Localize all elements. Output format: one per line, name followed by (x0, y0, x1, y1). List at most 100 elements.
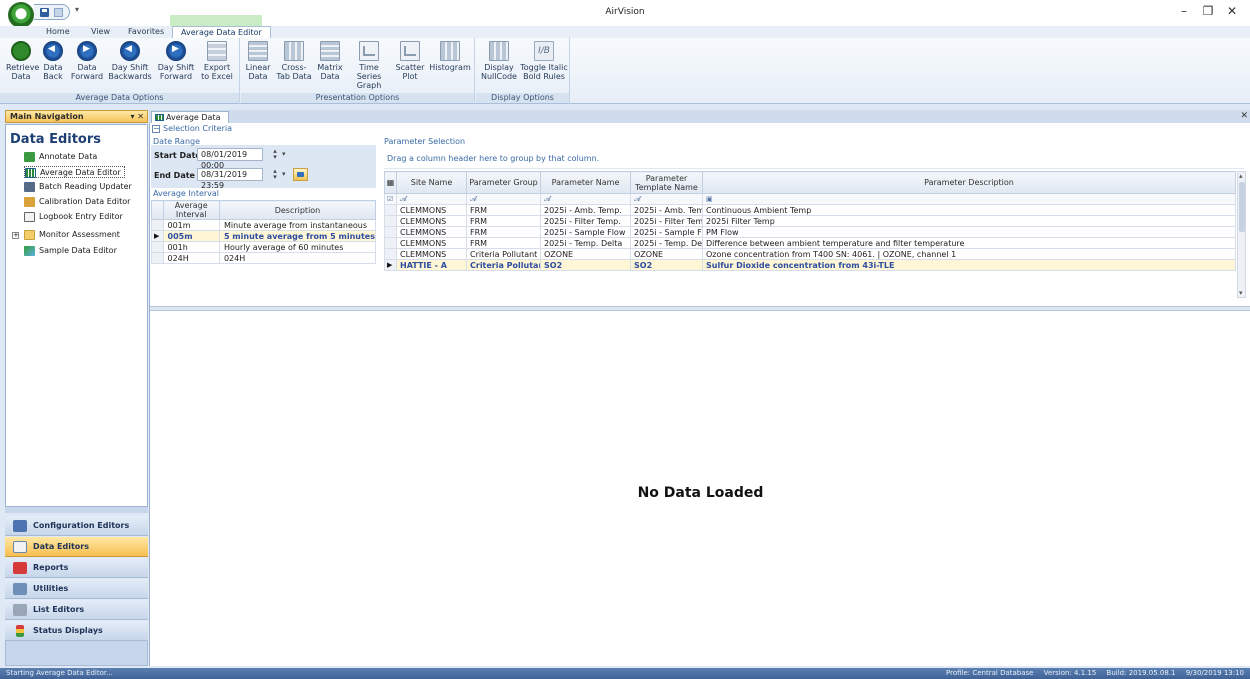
nav-item-calibration-data-editor[interactable]: Calibration Data Editor (24, 196, 130, 208)
table-row[interactable]: 001m Minute average from instantaneous (151, 219, 377, 231)
column-chooser-icon[interactable]: ▦ (384, 171, 397, 194)
tab-average-data-editor[interactable]: Average Data Editor (172, 26, 271, 38)
start-date-dropdown-icon[interactable]: ▾ (282, 148, 290, 161)
table-row[interactable]: CLEMMONS FRM 2025i - Sample Flow 2025i -… (384, 226, 1236, 238)
average-editor-tab-icon (155, 114, 164, 121)
window-controls: – ❐ ✕ (1172, 4, 1244, 18)
column-header[interactable]: Parameter Template Name (630, 171, 703, 194)
data-forward-button[interactable]: Data Forward (70, 41, 104, 81)
filter-cell[interactable]: 𝓐 (466, 193, 541, 205)
ribbon-tabs: Home View Favorites Average Data Editor (0, 26, 1250, 38)
display-nullcode-button[interactable]: Display NullCode (480, 41, 518, 81)
table-row[interactable]: 024H 024H (151, 252, 377, 264)
apply-date-button[interactable] (293, 168, 308, 181)
table-row[interactable]: CLEMMONS Criteria Pollutant OZONE OZONE … (384, 248, 1236, 260)
nav-item-batch-reading-updater[interactable]: Batch Reading Updater (24, 181, 132, 193)
table-row[interactable]: 001h Hourly average of 60 minutes (151, 241, 377, 253)
scroll-thumb[interactable] (1239, 182, 1245, 232)
table-row[interactable]: CLEMMONS FRM 2025i - Amb. Temp. 2025i - … (384, 204, 1236, 216)
filter-cell[interactable]: 𝓐 (396, 193, 467, 205)
average-editor-icon (25, 168, 36, 178)
nav-item-average-data-editor[interactable]: Average Data Editor (24, 166, 125, 178)
table-row-selected[interactable]: ▶ HATTIE - A Criteria Pollutant SO2 SO2 … (384, 259, 1236, 271)
end-date-spinner-icon[interactable]: ▴ ▾ (269, 168, 281, 181)
scatter-plot-button[interactable]: Scatter Plot (394, 41, 426, 81)
category-list-editors[interactable]: List Editors (5, 600, 148, 620)
day-shift-forward-button[interactable]: Day Shift Forward (156, 41, 196, 81)
filter-row-icon[interactable]: ☑ (384, 193, 397, 205)
collapse-icon[interactable]: − (152, 125, 160, 133)
expand-monitor-assessment-icon[interactable]: + (12, 232, 19, 239)
reports-icon (13, 562, 27, 574)
maximize-button[interactable]: ❐ (1196, 4, 1220, 18)
status-version: Version: 4.1.15 (1043, 669, 1097, 677)
filter-cell[interactable]: 𝓐 (540, 193, 631, 205)
end-date-input[interactable]: 08/31/2019 23:59 (197, 168, 263, 190)
sample-editor-icon (24, 246, 35, 256)
time-series-graph-button[interactable]: Time Series Graph (347, 41, 391, 90)
matrix-data-button[interactable]: Matrix Data (317, 41, 343, 81)
nav-item-monitor-assessment[interactable]: Monitor Assessment (24, 229, 120, 241)
export-to-excel-button[interactable]: Export to Excel (198, 41, 236, 81)
status-info: Profile: Central Database Version: 4.1.1… (938, 668, 1244, 679)
nav-footer (5, 640, 148, 666)
category-configuration-editors[interactable]: Configuration Editors (5, 516, 148, 536)
histogram-button[interactable]: Histogram (429, 41, 471, 72)
retrieve-data-button[interactable]: Retrieve Data (6, 41, 39, 81)
tab-favorites[interactable]: Favorites (128, 26, 164, 38)
table-row[interactable]: CLEMMONS FRM 2025i - Temp. Delta 2025i -… (384, 237, 1236, 249)
cross-tab-data-button[interactable]: Cross- Tab Data (275, 41, 313, 81)
end-date-dropdown-icon[interactable]: ▾ (282, 168, 290, 181)
category-data-editors[interactable]: Data Editors (5, 537, 148, 557)
column-header[interactable]: Parameter Group (466, 171, 541, 194)
scroll-up-icon[interactable]: ▴ (1239, 172, 1243, 180)
nav-item-sample-data-editor[interactable]: Sample Data Editor (24, 245, 117, 257)
nav-pin-close-icon[interactable]: ▾ ✕ (130, 111, 144, 122)
day-shift-backwards-button[interactable]: Day Shift Backwards (108, 41, 152, 81)
data-editors-icon (13, 541, 27, 553)
column-header[interactable]: Parameter Description (702, 171, 1236, 194)
close-button[interactable]: ✕ (1220, 4, 1244, 18)
tab-view[interactable]: View (91, 26, 110, 38)
nav-item-logbook-entry-editor[interactable]: Logbook Entry Editor (24, 211, 123, 223)
toggle-italic-bold-rules-button[interactable]: I/B Toggle Italic Bold Rules (520, 41, 568, 81)
histogram-icon (440, 41, 460, 61)
ribbon-group-label: Display Options (476, 93, 569, 103)
filter-cell[interactable]: ▣ (702, 193, 1236, 205)
column-header[interactable]: Average Interval (162, 200, 220, 220)
start-date-input[interactable]: 08/01/2019 00:00 (197, 148, 263, 170)
nav-panel: Data Editors Annotate Data Average Data … (5, 124, 148, 507)
start-date-spinner-icon[interactable]: ▴ ▾ (269, 148, 281, 161)
batch-updater-icon (24, 182, 35, 192)
title-bar: ▾ AirVision – ❐ ✕ (0, 0, 1250, 28)
category-status-displays[interactable]: Status Displays (5, 621, 148, 641)
column-header[interactable]: Description (218, 200, 377, 220)
scroll-down-icon[interactable]: ▾ (1239, 289, 1243, 297)
filter-cell[interactable]: 𝓐 (630, 193, 703, 205)
panel-splitter[interactable] (150, 306, 1250, 311)
data-back-button[interactable]: Data Back (40, 41, 66, 81)
column-header[interactable]: Site Name (396, 171, 467, 194)
linear-data-button[interactable]: Linear Data (245, 41, 271, 81)
selection-criteria-header[interactable]: − Selection Criteria (151, 124, 232, 133)
doc-tab-average-data-editor[interactable]: Average Data Editor (151, 111, 229, 133)
table-row[interactable]: CLEMMONS FRM 2025i - Filter Temp. 2025i … (384, 215, 1236, 227)
table-row-selected[interactable]: ▶ 005m 5 minute average from 5 minutes (151, 230, 377, 242)
nav-splitter[interactable] (5, 507, 148, 513)
nav-item-annotate-data[interactable]: Annotate Data (24, 151, 97, 163)
tab-home[interactable]: Home (46, 26, 70, 38)
document-tabs: Average Data Editor ✕ (149, 110, 1250, 133)
category-utilities[interactable]: Utilities (5, 579, 148, 599)
close-document-icon[interactable]: ✕ (1240, 111, 1248, 121)
parameter-table-scrollbar[interactable]: ▴ ▾ (1237, 171, 1246, 298)
logbook-icon (24, 212, 35, 222)
category-reports[interactable]: Reports (5, 558, 148, 578)
group-by-area[interactable]: Drag a column header here to group by th… (384, 149, 1244, 169)
ribbon-group-display-options: Display NullCode I/B Toggle Italic Bold … (476, 38, 570, 104)
column-header[interactable]: Parameter Name (540, 171, 631, 194)
day-shift-backwards-icon (120, 41, 140, 61)
minimize-button[interactable]: – (1172, 4, 1196, 18)
date-range-label: Date Range (153, 137, 201, 146)
filter-row: ☑ 𝓐 𝓐 𝓐 𝓐 ▣ (384, 193, 1236, 205)
status-bar: Starting Average Data Editor... Profile:… (0, 668, 1250, 679)
